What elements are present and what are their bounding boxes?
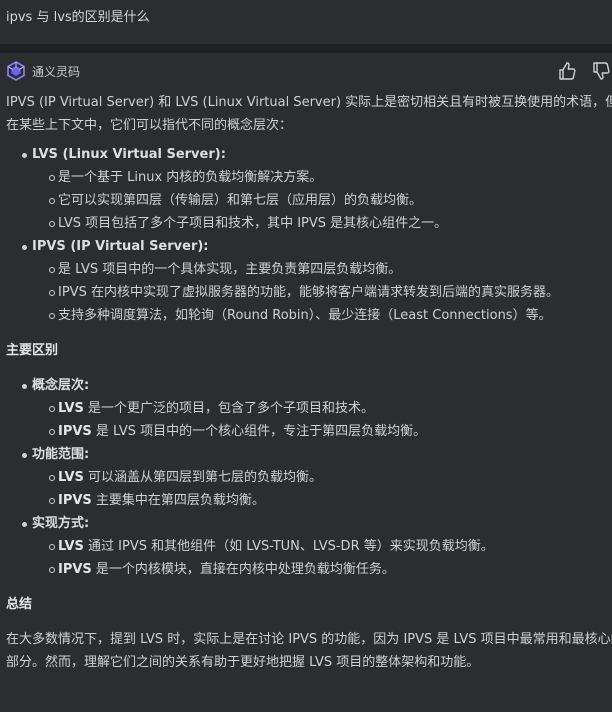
list-item: 实现方式:: [6, 512, 612, 535]
section-heading: 总结: [6, 597, 33, 612]
summary-paragraph: 在大多数情况下，提到 LVS 时，实际上是在讨论 IPVS 的功能，因为 IPV…: [6, 632, 612, 670]
term: IPVS: [58, 424, 92, 439]
list-item: 支持多种调度算法，如轮询（Round Robin）、最少连接（Least Con…: [6, 304, 612, 327]
list-item: 是一个基于 Linux 内核的负载均衡解决方案。: [6, 166, 612, 189]
assistant-header: 通义灵码: [6, 61, 80, 81]
term-description: 主要集中在第四层负载均衡。: [91, 493, 265, 508]
list-item: IPVS 是一个内核模块，直接在内核中处理负载均衡任务。: [6, 558, 612, 581]
term: LVS: [58, 401, 84, 416]
tongyi-logo-icon: [7, 61, 25, 81]
feedback-actions: [544, 60, 612, 82]
list-item: LVS 通过 IPVS 和其他组件（如 LVS-TUN、LVS-DR 等）来实现…: [6, 535, 612, 558]
thumbs-down-icon[interactable]: [590, 60, 612, 82]
divider: [0, 44, 612, 53]
list-item: LVS 可以涵盖从第四层到第七层的负载均衡。: [6, 466, 612, 489]
term-description: 可以涵盖从第四层到第七层的负载均衡。: [83, 470, 323, 485]
term-description: 是 LVS 项目中的一个核心组件，专注于第四层负载均衡。: [91, 424, 427, 439]
list-item: IPVS (IP Virtual Server):: [6, 235, 612, 258]
list-item: IPVS 主要集中在第四层负载均衡。: [6, 489, 612, 512]
list-item: LVS (Linux Virtual Server):: [6, 143, 612, 166]
term-description: 是一个更广泛的项目，包含了多个子项目和技术。: [83, 401, 375, 416]
term: LVS: [58, 470, 84, 485]
list-item: IPVS 是 LVS 项目中的一个核心组件，专注于第四层负载均衡。: [6, 420, 612, 443]
list-item: LVS 项目包括了多个子项目和技术，其中 IPVS 是其核心组件之一。: [6, 212, 612, 235]
assistant-name: 通义灵码: [32, 64, 81, 79]
term: LVS: [58, 539, 84, 554]
answer-content: IPVS (IP Virtual Server) 和 LVS (Linux Vi…: [6, 91, 612, 674]
list-item: IPVS 在内核中实现了虚拟服务器的功能，能够将客户端请求转发到后端的真实服务器…: [6, 281, 612, 304]
intro-paragraph: IPVS (IP Virtual Server) 和 LVS (Linux Vi…: [6, 95, 612, 133]
list-item: 概念层次:: [6, 374, 612, 397]
user-question: ipvs 与 lvs的区别是什么: [6, 10, 150, 25]
term-description: 通过 IPVS 和其他组件（如 LVS-TUN、LVS-DR 等）来实现负载均衡…: [83, 539, 494, 554]
list-item: LVS 是一个更广泛的项目，包含了多个子项目和技术。: [6, 397, 612, 420]
term: IPVS: [58, 562, 92, 577]
thumbs-up-icon[interactable]: [556, 60, 578, 82]
user-question-bar: ipvs 与 lvs的区别是什么: [0, 0, 612, 44]
list-item: 它可以实现第四层（传输层）和第七层（应用层）的负载均衡。: [6, 189, 612, 212]
section-heading: 主要区别: [6, 343, 59, 358]
assistant-answer: 通义灵码 IPVS (IP Virtual Server) 和 LVS (Lin…: [0, 53, 612, 712]
list-item: 功能范围:: [6, 443, 612, 466]
list-item: 是 LVS 项目中的一个具体实现，主要负责第四层负载均衡。: [6, 258, 612, 281]
term-description: 是一个内核模块，直接在内核中处理负载均衡任务。: [91, 562, 395, 577]
term: IPVS: [58, 493, 92, 508]
